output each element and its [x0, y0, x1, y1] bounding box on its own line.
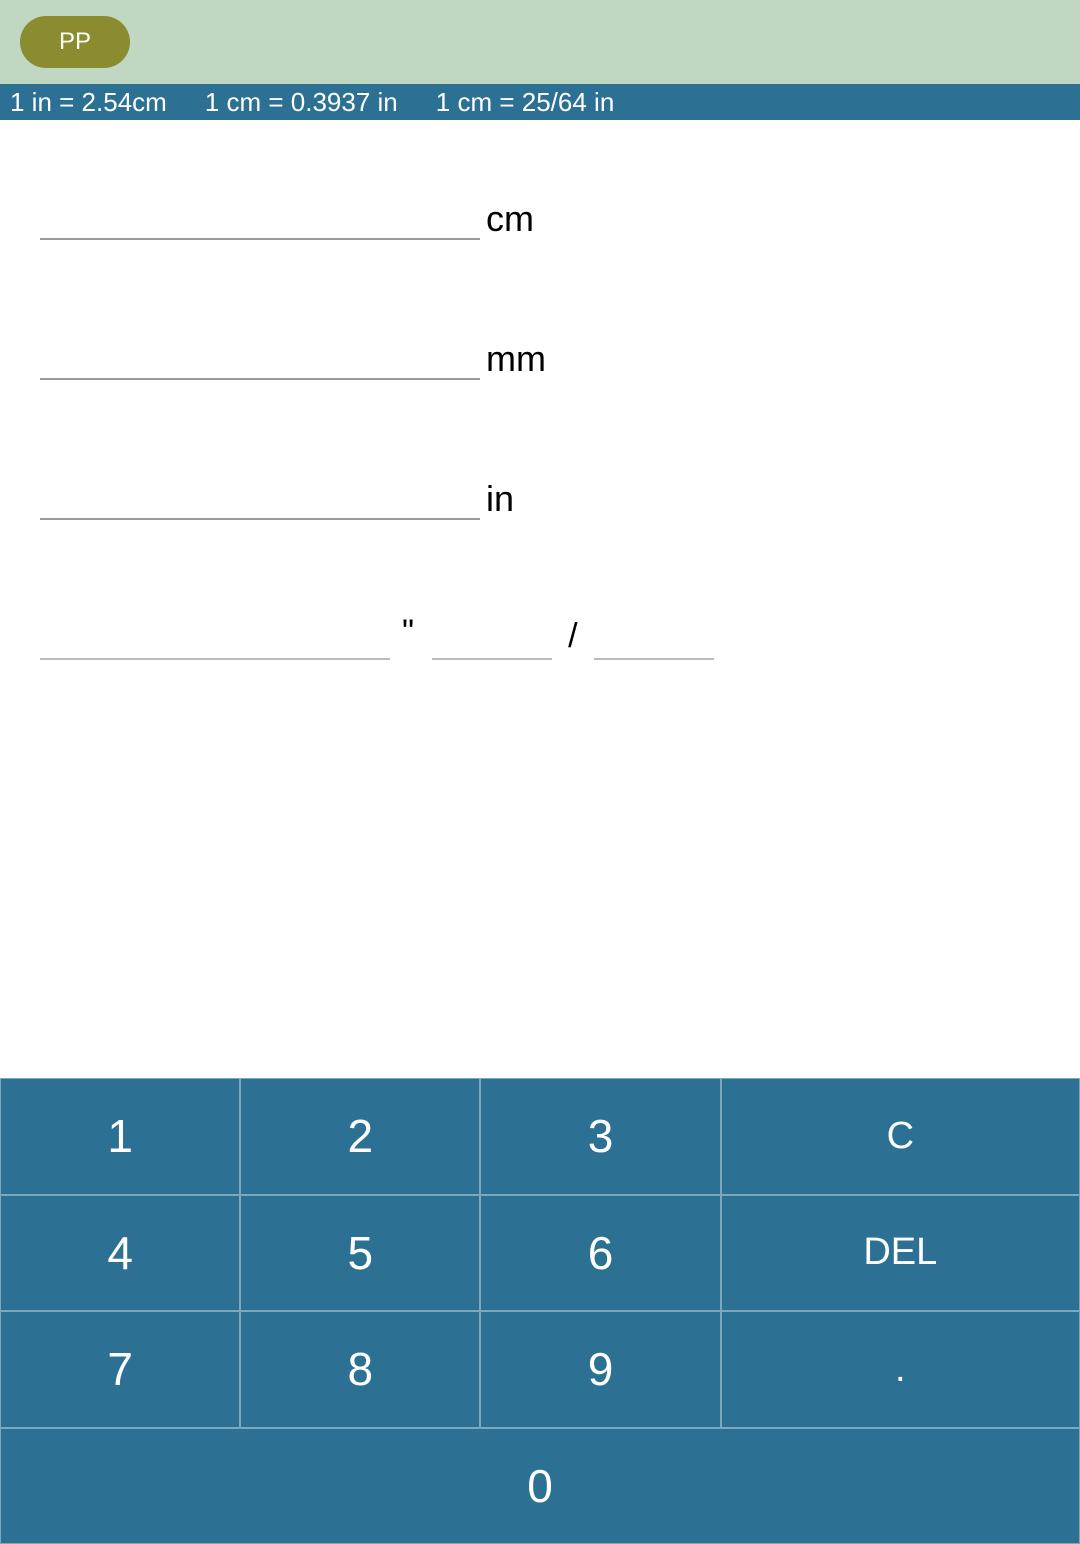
key-9[interactable]: 9: [480, 1311, 720, 1428]
cm-row: cm: [40, 190, 1040, 240]
key-6[interactable]: 6: [480, 1195, 720, 1312]
key-row-2: 4 5 6 DEL: [0, 1195, 1080, 1312]
pp-pill[interactable]: PP: [20, 16, 130, 68]
in-unit-label: in: [486, 478, 514, 520]
fields-area: cm mm in " /: [0, 120, 1080, 840]
mm-unit-label: mm: [486, 338, 546, 380]
fraction-denominator-input[interactable]: [594, 610, 714, 660]
top-bar: PP: [0, 0, 1080, 84]
fraction-whole-input[interactable]: [40, 610, 390, 660]
key-row-4: 0: [0, 1428, 1080, 1544]
pp-pill-label: PP: [59, 28, 91, 56]
inch-quote-symbol: ": [390, 613, 432, 660]
mm-input[interactable]: [40, 330, 480, 380]
key-3[interactable]: 3: [480, 1078, 720, 1195]
conv-cm-to-in: 1 cm = 0.3937 in: [205, 87, 398, 118]
key-del[interactable]: DEL: [721, 1195, 1080, 1312]
key-0[interactable]: 0: [0, 1428, 1080, 1544]
key-clear[interactable]: C: [721, 1078, 1080, 1195]
keypad: 1 2 3 C 4 5 6 DEL 7 8 9 . 0: [0, 1078, 1080, 1544]
key-4[interactable]: 4: [0, 1195, 240, 1312]
conv-in-to-cm: 1 in = 2.54cm: [10, 87, 167, 118]
key-row-1: 1 2 3 C: [0, 1078, 1080, 1195]
key-row-3: 7 8 9 .: [0, 1311, 1080, 1428]
in-input[interactable]: [40, 470, 480, 520]
conversion-info-bar: 1 in = 2.54cm 1 cm = 0.3937 in 1 cm = 25…: [0, 84, 1080, 120]
fraction-row: " /: [40, 610, 1040, 660]
in-row: in: [40, 470, 1040, 520]
fraction-numerator-input[interactable]: [432, 610, 552, 660]
mm-row: mm: [40, 330, 1040, 380]
cm-unit-label: cm: [486, 198, 534, 240]
cm-input[interactable]: [40, 190, 480, 240]
key-dot[interactable]: .: [721, 1311, 1080, 1428]
key-8[interactable]: 8: [240, 1311, 480, 1428]
conv-cm-to-frac: 1 cm = 25/64 in: [436, 87, 615, 118]
key-1[interactable]: 1: [0, 1078, 240, 1195]
fraction-slash-symbol: /: [552, 617, 593, 660]
key-7[interactable]: 7: [0, 1311, 240, 1428]
key-2[interactable]: 2: [240, 1078, 480, 1195]
key-5[interactable]: 5: [240, 1195, 480, 1312]
